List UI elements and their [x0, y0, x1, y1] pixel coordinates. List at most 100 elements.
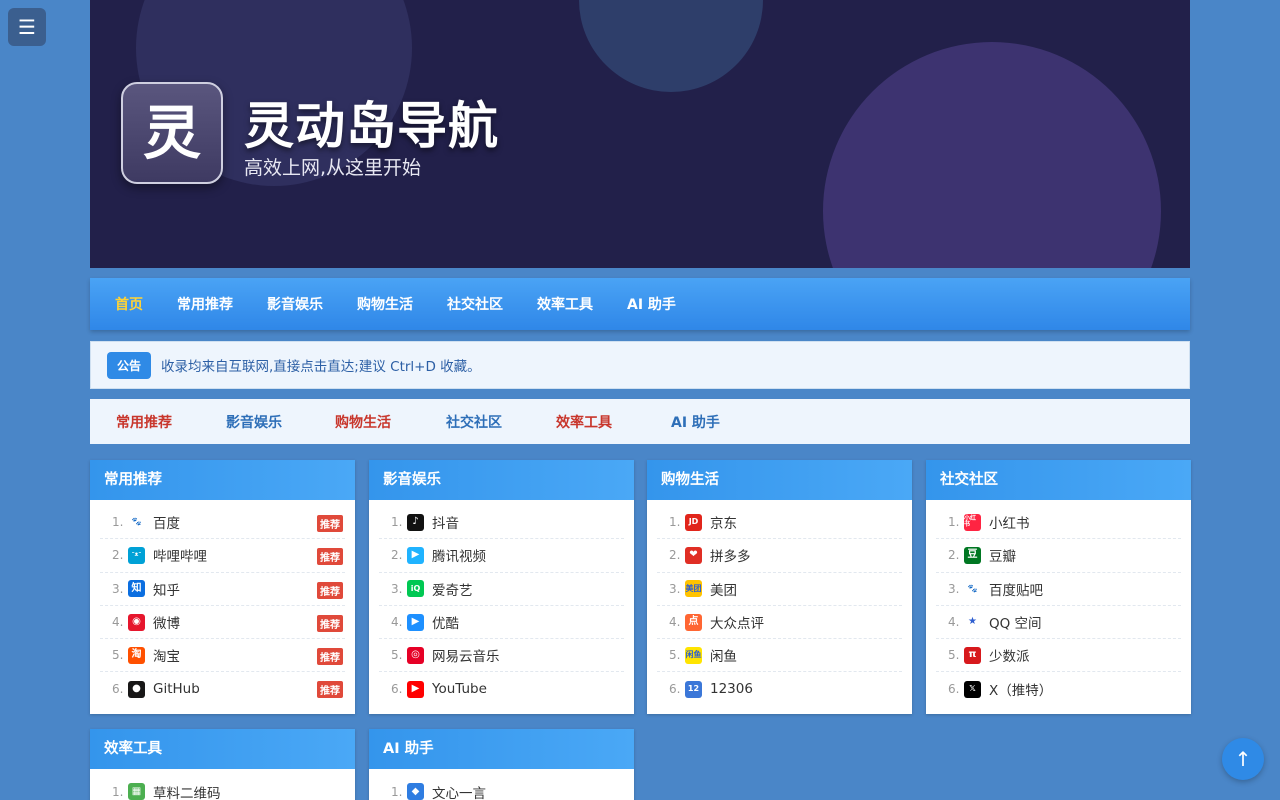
list-item[interactable]: 2. ᵔᴥᵔ 哔哩哔哩 推荐: [100, 539, 345, 573]
item-number: 1.: [112, 515, 124, 530]
item-number: 2.: [948, 548, 960, 563]
item-number: 4.: [112, 615, 124, 630]
zhihu-icon: 知: [128, 580, 145, 598]
item-name[interactable]: 草料二维码: [153, 782, 221, 800]
link-list: 1. ▦ 草料二维码: [90, 769, 355, 800]
cat-link-media[interactable]: 影音娱乐: [226, 412, 282, 432]
list-item[interactable]: 1. JD 京东: [657, 506, 902, 540]
nav-social[interactable]: 社交社区: [447, 294, 503, 314]
item-name[interactable]: QQ 空间: [989, 612, 1042, 632]
item-name[interactable]: 优酷: [432, 612, 459, 632]
item-name[interactable]: 哔哩哔哩: [153, 545, 207, 565]
decor-circle: [823, 42, 1161, 268]
list-item[interactable]: 4. 点大众点评: [657, 606, 902, 640]
site-logo: 灵: [121, 82, 223, 184]
nav-media[interactable]: 影音娱乐: [267, 294, 323, 314]
list-item[interactable]: 5. 淘淘宝 推荐: [100, 639, 345, 673]
link-list: 1. ◆ 文心一言: [369, 769, 634, 800]
item-number: 6.: [669, 682, 681, 697]
item-name[interactable]: 抖音: [432, 512, 459, 532]
item-name[interactable]: 豆瓣: [989, 545, 1016, 565]
nav-common[interactable]: 常用推荐: [177, 294, 233, 314]
item-name[interactable]: 百度: [153, 512, 180, 532]
list-item[interactable]: 6. 𝕏 X（推特）: [936, 672, 1181, 705]
recommend-badge: 推荐: [317, 581, 343, 599]
x-icon: 𝕏: [964, 680, 981, 698]
item-number: 3.: [391, 581, 403, 596]
list-item[interactable]: 6. 12 12306: [657, 672, 902, 705]
item-name[interactable]: 腾讯视频: [432, 545, 486, 565]
item-name[interactable]: 爱奇艺: [432, 579, 473, 599]
item-name[interactable]: 淘宝: [153, 645, 180, 665]
list-item[interactable]: 1. ◆ 文心一言: [379, 775, 624, 800]
list-item[interactable]: 2. 豆豆瓣: [936, 539, 1181, 573]
list-item[interactable]: 2. ❤ 拼多多: [657, 539, 902, 573]
nav-tools[interactable]: 效率工具: [537, 294, 593, 314]
list-item[interactable]: 5. 闲鱼 闲鱼: [657, 639, 902, 673]
cat-link-shopping[interactable]: 购物生活: [335, 412, 391, 432]
list-item[interactable]: 4. ★ QQ 空间: [936, 606, 1181, 640]
cat-link-common[interactable]: 常用推荐: [116, 412, 172, 432]
item-number: 1.: [391, 784, 403, 799]
list-item[interactable]: 3. 知知乎 推荐: [100, 573, 345, 606]
bilibili-icon: ᵔᴥᵔ: [128, 546, 145, 564]
cat-link-social[interactable]: 社交社区: [446, 412, 502, 432]
list-item[interactable]: 1. ♪ 抖音: [379, 506, 624, 540]
list-item[interactable]: 3. iQ 爱奇艺: [379, 573, 624, 606]
menu-toggle-button[interactable]: ☰: [8, 8, 46, 46]
item-name[interactable]: 百度贴吧: [989, 579, 1043, 599]
item-number: 4.: [391, 615, 403, 630]
nav-ai[interactable]: AI 助手: [627, 294, 676, 314]
item-name[interactable]: 小红书: [989, 512, 1030, 532]
item-number: 6.: [391, 682, 403, 697]
nav-home[interactable]: 首页: [115, 294, 143, 314]
item-name[interactable]: 12306: [710, 681, 753, 697]
item-name[interactable]: 大众点评: [710, 612, 764, 632]
item-number: 6.: [112, 682, 124, 697]
hero-banner: 灵 灵动岛导航 高效上网,从这里开始: [90, 0, 1190, 268]
item-name[interactable]: 拼多多: [710, 545, 751, 565]
item-number: 4.: [948, 615, 960, 630]
item-name[interactable]: 微博: [153, 612, 180, 632]
list-item[interactable]: 1. 🐾 百度 推荐: [100, 506, 345, 540]
link-list: 1. ♪ 抖音 2. ▶ 腾讯视频 3. iQ 爱奇艺 4. ▶ 优酷 5. ◎ 网易云音乐 6. ▶ YouTu…: [369, 500, 634, 714]
list-item[interactable]: 1. ▦ 草料二维码: [100, 775, 345, 800]
list-item[interactable]: 4. ▶ 优酷: [379, 606, 624, 640]
nav-shopping[interactable]: 购物生活: [357, 294, 413, 314]
item-name[interactable]: 知乎: [153, 579, 180, 599]
item-name[interactable]: 美团: [710, 579, 737, 599]
list-item[interactable]: 5. π 少数派: [936, 639, 1181, 673]
item-name[interactable]: X（推特）: [989, 679, 1052, 699]
item-name[interactable]: GitHub: [153, 681, 200, 697]
item-number: 1.: [391, 515, 403, 530]
notice-bar: 公告 收录均来自互联网,直接点击直达;建议 Ctrl+D 收藏。: [90, 341, 1190, 389]
cat-link-ai[interactable]: AI 助手: [671, 412, 720, 432]
site-title: 灵动岛导航: [244, 97, 499, 155]
category-nav: 常用推荐 影音娱乐 购物生活 社交社区 效率工具 AI 助手: [90, 399, 1190, 444]
iqiyi-icon: iQ: [407, 580, 424, 598]
item-name[interactable]: 文心一言: [432, 782, 486, 800]
xiaohongshu-icon: 小红书: [964, 513, 981, 531]
back-to-top-button[interactable]: ↑: [1222, 738, 1264, 780]
tieba-icon: 🐾: [964, 580, 981, 598]
item-name[interactable]: 京东: [710, 512, 737, 532]
list-item[interactable]: 6. ● GitHub 推荐: [100, 672, 345, 705]
netease-music-icon: ◎: [407, 646, 424, 664]
item-number: 1.: [669, 515, 681, 530]
item-name[interactable]: YouTube: [432, 681, 487, 697]
list-item[interactable]: 3. 🐾 百度贴吧: [936, 573, 1181, 606]
list-item[interactable]: 3. 美团 美团: [657, 573, 902, 606]
list-item[interactable]: 6. ▶ YouTube: [379, 672, 624, 705]
jd-icon: JD: [685, 513, 702, 531]
list-item[interactable]: 5. ◎ 网易云音乐: [379, 639, 624, 673]
category-card: 效率工具 1. ▦ 草料二维码: [90, 729, 355, 800]
item-name[interactable]: 少数派: [989, 645, 1030, 665]
list-item[interactable]: 2. ▶ 腾讯视频: [379, 539, 624, 573]
pinduoduo-icon: ❤: [685, 546, 702, 564]
douban-icon: 豆: [964, 546, 981, 564]
item-name[interactable]: 闲鱼: [710, 645, 737, 665]
list-item[interactable]: 4. ◉ 微博 推荐: [100, 606, 345, 640]
item-name[interactable]: 网易云音乐: [432, 645, 500, 665]
list-item[interactable]: 1. 小红书 小红书: [936, 506, 1181, 540]
cat-link-tools[interactable]: 效率工具: [556, 412, 612, 432]
